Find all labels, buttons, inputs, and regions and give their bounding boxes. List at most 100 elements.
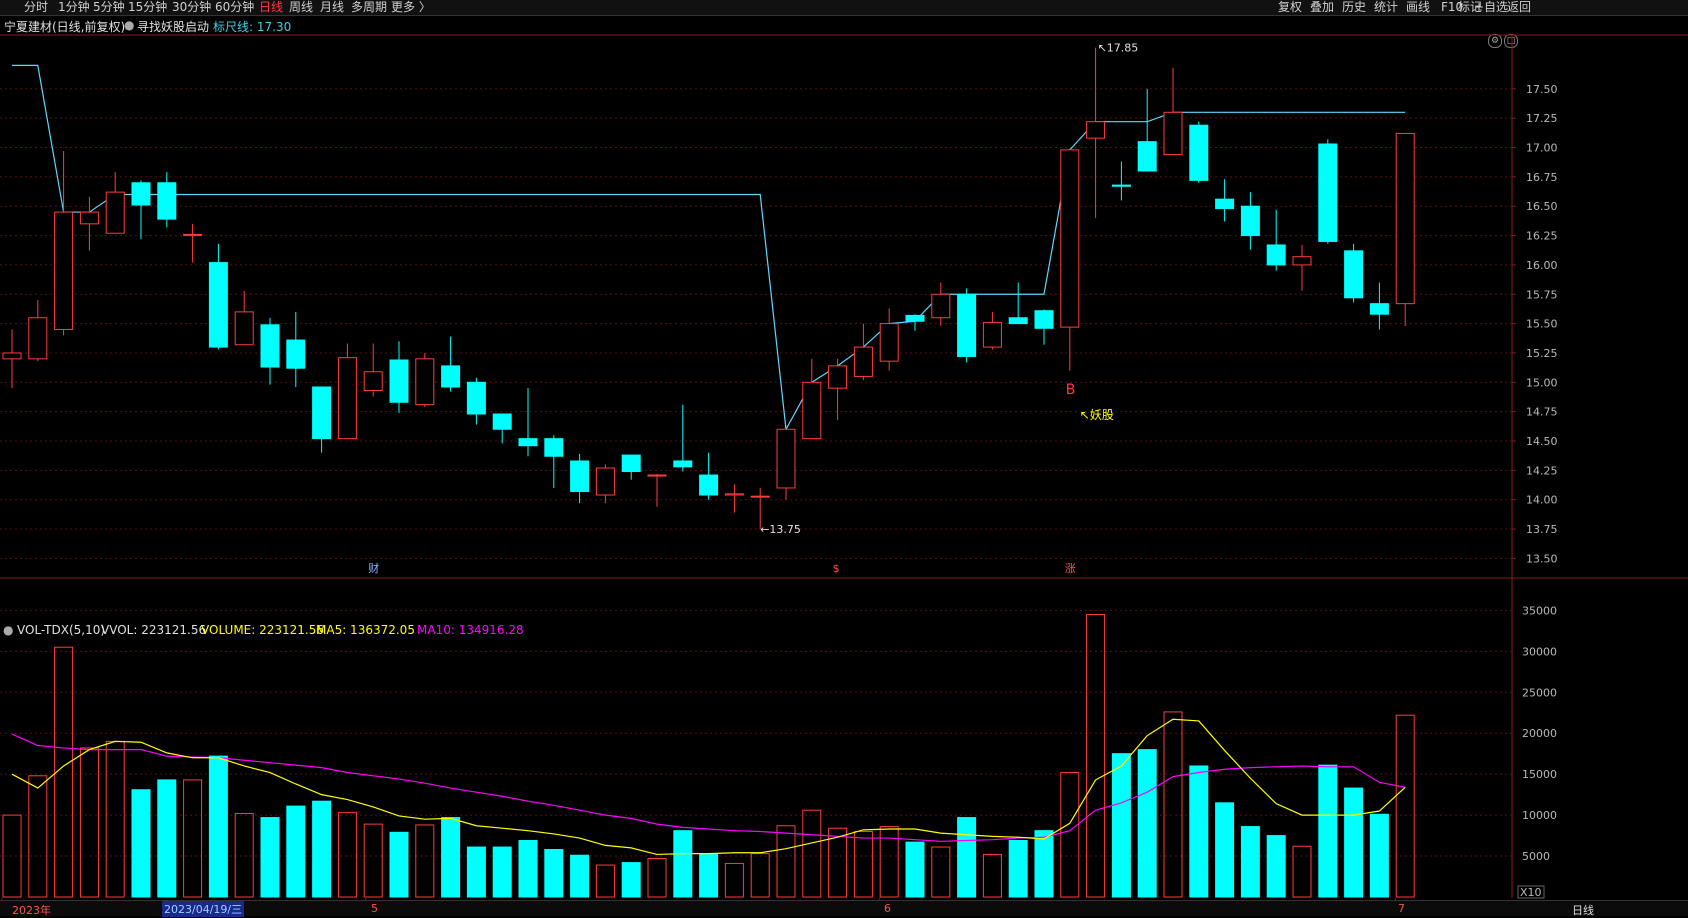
date-axis-bar: 2023年 2023/04/19/三 5 6 7 日线 [0, 900, 1688, 918]
volume-bar [621, 862, 641, 898]
candle-body [131, 182, 151, 206]
candle-body [312, 386, 332, 440]
candle-body [363, 371, 383, 392]
volume-bar [905, 841, 925, 898]
low-price-label: ←13.75 [760, 523, 801, 536]
volume-bar [1240, 826, 1260, 898]
volume-bar [492, 846, 512, 898]
candle-body [157, 182, 177, 220]
month-label: 7 [1398, 902, 1405, 915]
candle-body [1034, 310, 1054, 329]
candle-body [750, 495, 770, 498]
volume-bar [28, 775, 48, 898]
price-tick-label: 16.00 [1526, 259, 1558, 272]
candle-body [621, 454, 641, 473]
candle-body [1395, 132, 1415, 305]
price-tick-label: 14.75 [1526, 406, 1558, 419]
volume-tick-label: 10000 [1522, 809, 1557, 822]
volume-tick-label: 35000 [1522, 604, 1557, 617]
candle-body [208, 262, 228, 348]
candle-body [1240, 205, 1260, 237]
volume-tick-label: 20000 [1522, 727, 1557, 740]
volume-bar [570, 854, 590, 898]
kline-chart[interactable]: 17.50 17.25 17.00 16.75 16.50 16.25 16.00 15.75… [0, 0, 1688, 915]
volume-bar [853, 830, 873, 898]
candle-body [286, 339, 306, 369]
price-tick-label: 15.25 [1526, 347, 1558, 360]
price-tick-label: 17.00 [1526, 142, 1558, 155]
candle-body [28, 317, 48, 360]
ruler-line [12, 64, 1406, 432]
volume-tick-label: 30000 [1522, 645, 1557, 658]
period-label[interactable]: 日线 [1572, 902, 1594, 918]
candle-body [1163, 111, 1183, 156]
volume-bar [183, 779, 203, 898]
volume-bar [208, 755, 228, 898]
volume-bar [931, 846, 951, 898]
volume-bar [1189, 765, 1209, 898]
month-label: 5 [371, 902, 378, 915]
candle-body [905, 314, 925, 322]
candle-body [105, 191, 125, 234]
price-tick-label: 15.50 [1526, 318, 1558, 331]
volume-bar [802, 809, 822, 898]
legend-dot-icon: ● [3, 623, 14, 637]
volume-bar [131, 789, 151, 898]
price-tick-label: 16.25 [1526, 230, 1558, 243]
scale-label: X10 [1520, 886, 1542, 899]
volume-bar [1266, 835, 1286, 898]
volume-bar [518, 839, 538, 898]
price-tick-label: 15.75 [1526, 288, 1558, 301]
high-price-label: ↖17.85 [1098, 42, 1139, 55]
candle-body [1189, 124, 1209, 181]
volume-bar [363, 823, 383, 898]
volume-bar [1008, 839, 1028, 898]
volume-bar [750, 853, 770, 898]
candle-body [54, 211, 74, 330]
price-tick-label: 16.75 [1526, 171, 1558, 184]
candle-body [595, 467, 615, 496]
candle-body [1344, 250, 1364, 299]
signal-note: ↖妖股 [1080, 408, 1114, 422]
volume-bar [1344, 787, 1364, 898]
candle-body [853, 346, 873, 377]
volume-bar [1034, 830, 1054, 898]
volume-bar [724, 862, 744, 898]
candle-body [1008, 317, 1028, 325]
candle-body [260, 324, 280, 368]
volume-bar [982, 853, 1002, 898]
price-tick-label: 16.50 [1526, 200, 1558, 213]
volume-bar [1395, 714, 1415, 898]
price-tick-label: 13.75 [1526, 523, 1558, 536]
candle-body [1215, 198, 1235, 210]
volume-bar [260, 817, 280, 898]
ma5-value: MA5: 136372.05 [316, 623, 415, 637]
volume-bar [776, 825, 796, 898]
price-tick-label: 14.50 [1526, 435, 1558, 448]
price-tick-label: 13.50 [1526, 552, 1558, 565]
volume-bar [466, 846, 486, 898]
candle-body [1086, 121, 1106, 139]
volume-bar [1318, 764, 1338, 898]
candle-body [776, 428, 796, 489]
volume-value: VOLUME: 223121.56 [201, 623, 324, 637]
event-marker: $ [833, 562, 840, 575]
volume-bar [157, 779, 177, 898]
vol-indicator-name[interactable]: VOL-TDX(5,10) [17, 623, 105, 637]
candle-body [1111, 184, 1131, 187]
volume-bar [1163, 711, 1183, 898]
candle-body [183, 233, 203, 236]
event-marker: 涨 [1065, 562, 1076, 575]
volume-tick-label: 5000 [1522, 850, 1550, 863]
volume-bar [105, 740, 125, 898]
price-tick-label: 17.25 [1526, 112, 1558, 125]
price-tick-label: 14.25 [1526, 464, 1558, 477]
volume-bar [957, 817, 977, 898]
price-tick-label: 17.50 [1526, 83, 1558, 96]
volume-bar [1292, 845, 1312, 898]
candle-body [1318, 143, 1338, 242]
buy-signal-label: B [1066, 382, 1076, 398]
volume-bar [1369, 813, 1389, 898]
volume-tick-label: 25000 [1522, 686, 1557, 699]
candle-body [492, 413, 512, 430]
